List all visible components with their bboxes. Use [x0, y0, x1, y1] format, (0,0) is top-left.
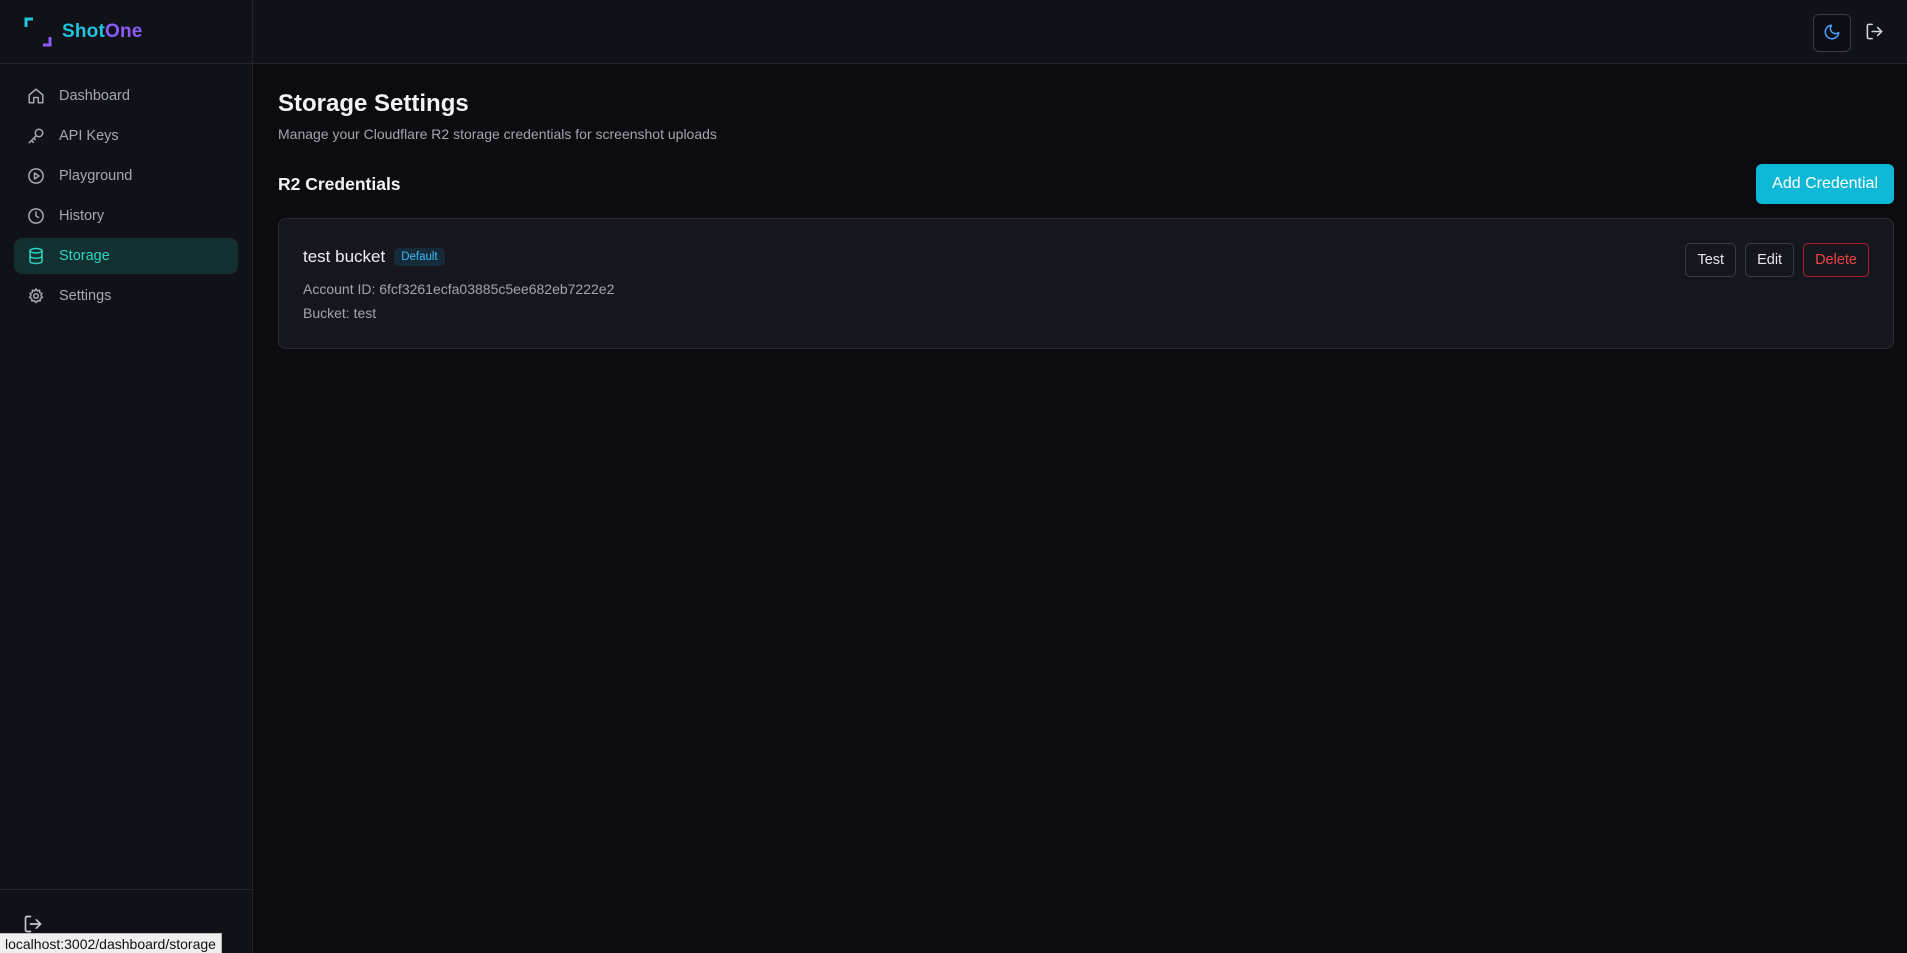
- sidebar-item-label: Playground: [59, 168, 133, 184]
- sidebar-item-playground[interactable]: Playground: [14, 158, 238, 194]
- sidebar-item-storage[interactable]: Storage: [14, 238, 238, 274]
- sidebar: ShotOne Dashboard API Keys Playground Hi…: [0, 0, 253, 953]
- brand-name-part2: One: [105, 20, 143, 42]
- section-title: R2 Credentials: [278, 174, 401, 194]
- sidebar-item-label: Storage: [59, 248, 110, 264]
- sidebar-item-label: Settings: [59, 288, 112, 304]
- credential-bucket: Bucket: test: [303, 305, 377, 321]
- edit-button[interactable]: Edit: [1745, 243, 1795, 277]
- credential-name: test bucket: [303, 247, 386, 266]
- sidebar-item-label: API Keys: [59, 128, 119, 144]
- logout-icon: [1865, 22, 1884, 44]
- status-bar-url: localhost:3002/dashboard/storage: [0, 933, 222, 953]
- page-subtitle: Manage your Cloudflare R2 storage creden…: [278, 126, 717, 142]
- credential-actions: Test Edit Delete: [1685, 243, 1869, 277]
- app-root: ShotOne Dashboard API Keys Playground Hi…: [0, 0, 1907, 953]
- credentials-header: R2 Credentials Add Credential: [278, 164, 1894, 204]
- brand[interactable]: ShotOne: [0, 0, 252, 64]
- test-button[interactable]: Test: [1685, 243, 1737, 277]
- sidebar-item-api-keys[interactable]: API Keys: [14, 118, 238, 154]
- sidebar-item-settings[interactable]: Settings: [14, 278, 238, 314]
- credential-account-id: Account ID: 6fcf3261ecfa03885c5ee682eb72…: [303, 281, 615, 297]
- main-content: Storage Settings Manage your Cloudflare …: [278, 64, 1894, 349]
- sidebar-item-label: Dashboard: [59, 88, 130, 104]
- logout-icon[interactable]: [23, 914, 43, 934]
- clock-icon: [27, 207, 45, 225]
- brand-name: ShotOne: [62, 21, 143, 43]
- moon-icon: [1823, 23, 1841, 44]
- gear-icon: [27, 287, 45, 305]
- credential-name-row: test bucket Default: [303, 247, 445, 267]
- sidebar-item-history[interactable]: History: [14, 198, 238, 234]
- logout-button[interactable]: [1855, 14, 1893, 52]
- sidebar-nav: Dashboard API Keys Playground History St…: [0, 64, 252, 314]
- home-icon: [27, 87, 45, 105]
- sidebar-item-label: History: [59, 208, 105, 224]
- play-circle-icon: [27, 167, 45, 185]
- theme-toggle-button[interactable]: [1813, 14, 1851, 52]
- page-title: Storage Settings: [278, 90, 469, 117]
- top-bar: [253, 0, 1907, 64]
- logo-icon: [24, 17, 52, 47]
- delete-button[interactable]: Delete: [1803, 243, 1869, 277]
- database-icon: [27, 247, 45, 265]
- credential-card: test bucket Default Account ID: 6fcf3261…: [278, 218, 1894, 349]
- sidebar-item-dashboard[interactable]: Dashboard: [14, 78, 238, 114]
- brand-name-part1: Shot: [62, 20, 106, 42]
- add-credential-button[interactable]: Add Credential: [1756, 164, 1894, 204]
- key-icon: [27, 127, 45, 145]
- default-badge: Default: [394, 248, 445, 266]
